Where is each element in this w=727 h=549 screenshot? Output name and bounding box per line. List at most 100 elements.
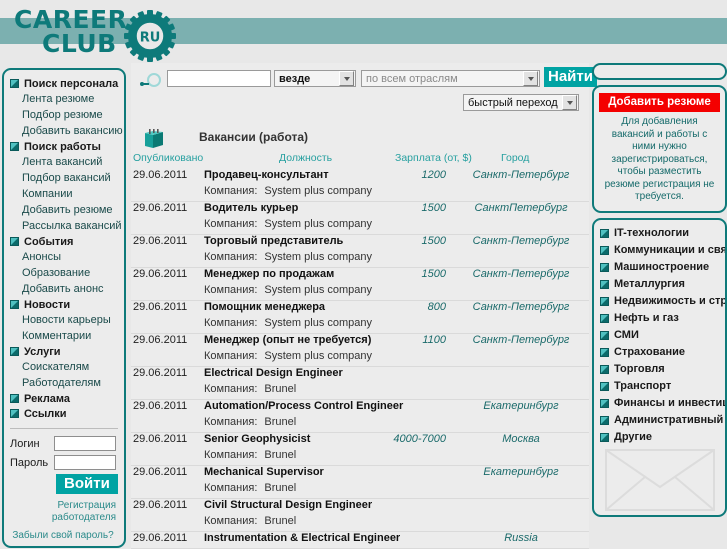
category-item[interactable]: Финансы и инвестиции (594, 395, 725, 412)
table-row[interactable]: 29.06.2011 Помощник менеджера 800 Санкт-Пет… (131, 301, 589, 317)
category-item[interactable]: Административный персонал (594, 412, 725, 429)
login-input[interactable] (54, 436, 116, 451)
sidebar-group-2[interactable]: События (4, 234, 124, 249)
vacancy-position-link[interactable]: Civil Structural Design Engineer (204, 499, 372, 511)
chevron-down-icon[interactable] (562, 95, 577, 110)
category-item[interactable]: IT-технологии (594, 225, 725, 242)
table-row[interactable]: 29.06.2011 Менеджер по продажам 1500 Санкт-… (131, 268, 589, 284)
sidebar-item[interactable]: Новости карьеры (4, 312, 124, 328)
category-item[interactable]: Страхование (594, 344, 725, 361)
sidebar-item[interactable]: Подбор вакансий (4, 170, 124, 186)
company-name[interactable]: Brunel (264, 482, 296, 494)
table-row[interactable]: 29.06.2011 Instrumentation & Electrical E… (131, 532, 589, 548)
sidebar-item[interactable]: Соискателям (4, 359, 124, 375)
table-row[interactable]: 29.06.2011 Менеджер (опыт не требуется) 11… (131, 334, 589, 350)
site-logo[interactable]: CAREER CLUB RU (14, 4, 189, 62)
vacancy-company: Компания: Brunel (204, 515, 296, 527)
vacancy-position-link[interactable]: Продавец-консультант (204, 169, 329, 181)
search-branch-select[interactable]: по всем отраслям (361, 70, 540, 87)
company-label: Компания: (204, 515, 258, 527)
vacancy-position-link[interactable]: Торговый представитель (204, 235, 343, 247)
sidebar-group-1[interactable]: Поиск работы (4, 139, 124, 154)
sidebar-item[interactable]: Лента резюме (4, 91, 124, 107)
vacancy-date: 29.06.2011 (133, 367, 188, 379)
vacancies-panel: Вакансии (работа) Опубликовано Должность… (131, 124, 589, 549)
column-header-salary[interactable]: Зарплата (от, $) (395, 152, 472, 164)
category-item[interactable]: Недвижимость и строительство (594, 293, 725, 310)
table-row[interactable]: 29.06.2011 Electrical Design Engineer (131, 367, 589, 383)
category-item[interactable]: Нефть и газ (594, 310, 725, 327)
category-item[interactable]: Машиностроение (594, 259, 725, 276)
sidebar-item[interactable]: Добавить анонс (4, 281, 124, 297)
search-where-select[interactable]: везде (274, 70, 356, 87)
sidebar-item[interactable]: Компании (4, 186, 124, 202)
vacancy-position-link[interactable]: Electrical Design Engineer (204, 367, 343, 379)
sidebar-item[interactable]: Образование (4, 265, 124, 281)
chevron-down-icon[interactable] (339, 71, 354, 86)
vacancy-position-link[interactable]: Mechanical Supervisor (204, 466, 324, 478)
table-row[interactable]: 29.06.2011 Mechanical Supervisor Екатеринб… (131, 466, 589, 482)
sidebar-item[interactable]: Добавить резюме (4, 202, 124, 218)
company-name[interactable]: Brunel (264, 515, 296, 527)
vacancy-company: Компания: Brunel (204, 449, 296, 461)
company-name[interactable]: Brunel (264, 416, 296, 428)
column-header-position[interactable]: Должность (279, 152, 332, 164)
table-row[interactable]: 29.06.2011 Водитель курьер 1500 СанктПетерб… (131, 202, 589, 218)
company-name[interactable]: System plus company (264, 185, 372, 197)
category-item[interactable]: СМИ (594, 327, 725, 344)
table-row[interactable]: 29.06.2011 Civil Structural Design Engine… (131, 499, 589, 515)
sidebar-group-5[interactable]: Реклама (4, 391, 124, 406)
category-label: Нефть и газ (614, 311, 679, 324)
category-item[interactable]: Транспорт (594, 378, 725, 395)
vacancy-position-link[interactable]: Instrumentation & Electrical Engineer (204, 532, 400, 544)
sidebar-group-label: Ссылки (24, 407, 67, 420)
table-row[interactable]: 29.06.2011 Senior Geophysicist 4000-7000 Мо… (131, 433, 589, 449)
vacancy-position-link[interactable]: Менеджер (опыт не требуется) (204, 334, 371, 346)
sidebar-item[interactable]: Комментарии (4, 328, 124, 344)
company-name[interactable]: System plus company (264, 284, 372, 296)
table-row[interactable]: 29.06.2011 Automation/Process Control Eng… (131, 400, 589, 416)
category-item[interactable]: Другие (594, 429, 725, 446)
company-name[interactable]: System plus company (264, 317, 372, 329)
chevron-down-icon[interactable] (523, 71, 538, 86)
add-resume-button[interactable]: Добавить резюме (599, 93, 720, 112)
company-name[interactable]: System plus company (264, 251, 372, 263)
company-name[interactable]: System plus company (264, 218, 372, 230)
column-header-city[interactable]: Город (501, 152, 529, 164)
sidebar-item[interactable]: Подбор резюме (4, 107, 124, 123)
vacancy-position-link[interactable]: Senior Geophysicist (204, 433, 310, 445)
sidebar-item[interactable]: Работодателям (4, 375, 124, 391)
vacancy-company: Компания: System plus company (204, 185, 372, 197)
search-submit-button[interactable]: Найти (544, 67, 597, 87)
category-label: Недвижимость и строительство (614, 294, 727, 307)
sidebar-item[interactable]: Рассылка вакансий (4, 218, 124, 234)
category-item[interactable]: Металлургия (594, 276, 725, 293)
table-row[interactable]: 29.06.2011 Продавец-консультант 1200 Санкт-… (131, 169, 589, 185)
employer-registration-link[interactable]: Регистрация работодателя (10, 500, 118, 524)
sidebar-group-4[interactable]: Услуги (4, 344, 124, 359)
vacancy-position-link[interactable]: Automation/Process Control Engineer (204, 400, 403, 412)
sidebar-item[interactable]: Анонсы (4, 249, 124, 265)
vacancy-city: Санкт-Петербург (472, 169, 570, 181)
forgot-password-link[interactable]: Забыли свой пароль? (10, 530, 118, 542)
category-label: Финансы и инвестиции (614, 396, 725, 409)
column-header-date[interactable]: Опубликовано (133, 152, 203, 164)
vacancy-position-link[interactable]: Водитель курьер (204, 202, 298, 214)
category-item[interactable]: Торговля (594, 361, 725, 378)
sidebar-item[interactable]: Добавить вакансию (4, 123, 124, 139)
vacancy-position-link[interactable]: Помощник менеджера (204, 301, 325, 313)
sidebar-group-0[interactable]: Поиск персонала (4, 76, 124, 91)
sidebar-group-6[interactable]: Ссылки (4, 406, 124, 421)
category-item[interactable]: Коммуникации и связь (594, 242, 725, 259)
company-name[interactable]: System plus company (264, 350, 372, 362)
company-name[interactable]: Brunel (264, 383, 296, 395)
search-input[interactable] (167, 70, 271, 87)
sidebar-item[interactable]: Лента вакансий (4, 154, 124, 170)
company-name[interactable]: Brunel (264, 449, 296, 461)
login-submit-button[interactable]: Войти (56, 474, 118, 494)
password-input[interactable] (54, 455, 116, 470)
vacancy-position-link[interactable]: Менеджер по продажам (204, 268, 334, 280)
quick-jump-select[interactable]: быстрый переход (463, 94, 579, 111)
sidebar-group-3[interactable]: Новости (4, 297, 124, 312)
table-row[interactable]: 29.06.2011 Торговый представитель 1500 Санк… (131, 235, 589, 251)
